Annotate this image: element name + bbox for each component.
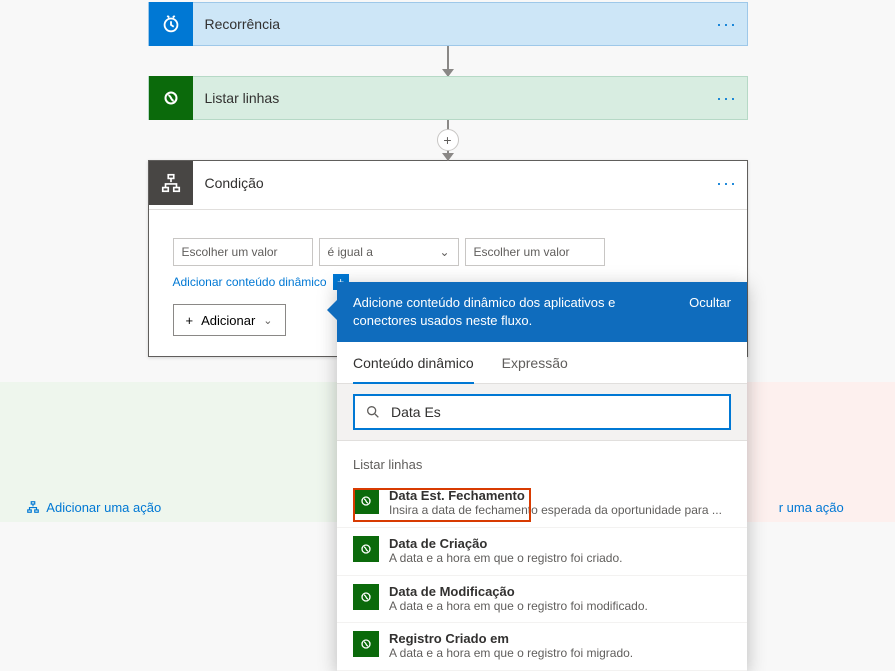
condition-operator-select[interactable]: é igual a ⌄ <box>319 238 459 266</box>
operator-label: é igual a <box>328 245 373 259</box>
step-list-title: Listar linhas <box>193 90 707 106</box>
result-data-est-fechamento[interactable]: Data Est. Fechamento Insira a data de fe… <box>337 480 747 528</box>
result-title: Registro Criado em <box>389 631 633 646</box>
dataverse-icon <box>353 631 379 657</box>
add-action-no-text: r uma ação <box>779 500 844 515</box>
dataverse-icon <box>353 488 379 514</box>
results-section-label: Listar linhas <box>337 441 747 480</box>
chevron-down-icon: ⌄ <box>439 245 449 259</box>
result-title: Data Est. Fechamento <box>389 488 722 503</box>
result-data-criacao[interactable]: Data de Criação A data e a hora em que o… <box>337 528 747 576</box>
step-list-rows[interactable]: Listar linhas ··· <box>148 76 748 120</box>
dynamic-content-popover: Adicione conteúdo dinâmico dos aplicativ… <box>337 282 747 671</box>
connector-arrow: + <box>447 120 449 160</box>
popover-header: Adicione conteúdo dinâmico dos aplicativ… <box>337 282 747 342</box>
result-desc: A data e a hora em que o registro foi cr… <box>389 551 622 567</box>
condition-menu-icon[interactable]: ··· <box>707 173 747 194</box>
dataverse-icon <box>353 536 379 562</box>
clock-icon <box>149 2 193 46</box>
step-recurrence-menu-icon[interactable]: ··· <box>707 14 747 35</box>
result-desc: Insira a data de fechamento esperada da … <box>389 503 722 519</box>
condition-icon <box>149 161 193 205</box>
result-title: Data de Modificação <box>389 584 648 599</box>
popover-blurb: Adicione conteúdo dinâmico dos aplicativ… <box>353 294 677 330</box>
step-recurrence-title: Recorrência <box>193 16 707 32</box>
condition-right-value-input[interactable]: Escolher um valor <box>465 238 605 266</box>
add-action-yes-link[interactable]: Adicionar uma ação <box>26 500 161 515</box>
search-input[interactable] <box>389 403 719 421</box>
search-box[interactable] <box>353 394 731 430</box>
popover-hide-link[interactable]: Ocultar <box>689 294 731 312</box>
condition-left-value-input[interactable]: Escolher um valor <box>173 238 313 266</box>
add-row-label: Adicionar <box>201 313 255 328</box>
search-icon <box>365 404 381 420</box>
callout-arrow <box>327 300 337 320</box>
result-desc: A data e a hora em que o registro foi mi… <box>389 646 633 662</box>
dataverse-icon <box>353 584 379 610</box>
step-recurrence[interactable]: Recorrência ··· <box>148 2 748 46</box>
add-action-icon <box>26 500 40 514</box>
result-registro-criado[interactable]: Registro Criado em A data e a hora em qu… <box>337 623 747 671</box>
plus-icon: + <box>186 313 194 328</box>
add-row-button[interactable]: + Adicionar ⌄ <box>173 304 286 336</box>
tab-expression[interactable]: Expressão <box>502 342 568 383</box>
insert-step-button[interactable]: + <box>437 129 459 151</box>
connector-arrow <box>447 46 449 76</box>
result-title: Data de Criação <box>389 536 622 551</box>
condition-header[interactable]: Condição ··· <box>149 161 747 205</box>
tab-dynamic-content[interactable]: Conteúdo dinâmico <box>353 342 474 383</box>
add-action-no-link[interactable]: r uma ação <box>779 500 844 515</box>
result-data-modificacao[interactable]: Data de Modificação A data e a hora em q… <box>337 576 747 624</box>
popover-tabs: Conteúdo dinâmico Expressão <box>337 342 747 384</box>
condition-title: Condição <box>193 175 707 191</box>
add-action-yes-text: Adicionar uma ação <box>46 500 161 515</box>
result-desc: A data e a hora em que o registro foi mo… <box>389 599 648 615</box>
step-list-menu-icon[interactable]: ··· <box>707 88 747 109</box>
dyn-link-text: Adicionar conteúdo dinâmico <box>173 275 327 289</box>
chevron-down-icon: ⌄ <box>263 314 272 327</box>
dataverse-icon <box>149 76 193 120</box>
